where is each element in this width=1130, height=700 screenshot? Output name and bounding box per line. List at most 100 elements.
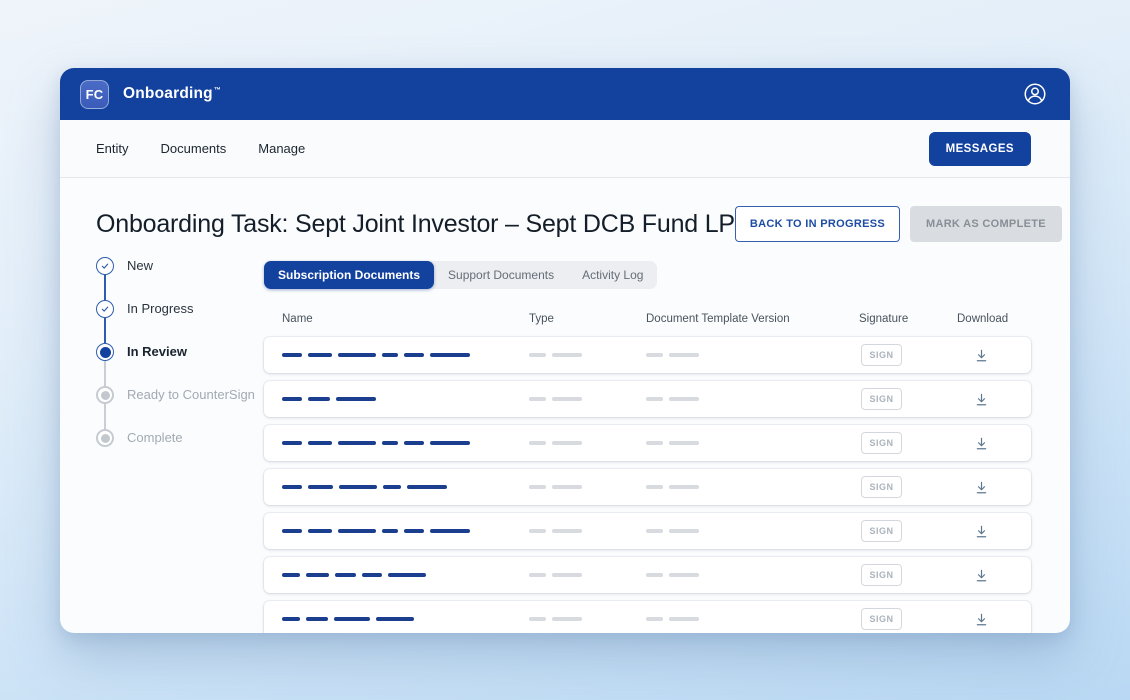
redacted-text — [529, 617, 646, 621]
app-title-text: Onboarding — [123, 85, 213, 102]
download-cell — [957, 522, 1031, 541]
download-button[interactable] — [972, 434, 991, 453]
redacted-text — [264, 573, 529, 577]
redaction-dash — [382, 441, 398, 445]
status-stepper: NewIn ProgressIn ReviewReady to CounterS… — [96, 257, 264, 633]
download-button[interactable] — [972, 566, 991, 585]
redacted-text — [529, 529, 646, 533]
redaction-dash — [308, 353, 332, 357]
redaction-dash — [669, 441, 699, 445]
mark-as-complete-button[interactable]: MARK AS COMPLETE — [910, 206, 1062, 242]
redaction-dash — [308, 441, 332, 445]
redaction-dash — [376, 617, 414, 621]
redaction-dash — [669, 617, 699, 621]
redacted-text — [264, 529, 529, 533]
sign-button[interactable]: SIGN — [861, 432, 902, 454]
redaction-dash — [282, 441, 302, 445]
step-check-icon — [96, 257, 114, 275]
download-cell — [957, 390, 1031, 409]
redaction-dash — [646, 441, 663, 445]
table-row: SIGN — [264, 381, 1031, 417]
sign-button[interactable]: SIGN — [861, 608, 902, 630]
column-header-type: Type — [529, 313, 646, 325]
download-icon — [974, 348, 989, 363]
redaction-dash — [306, 617, 328, 621]
download-button[interactable] — [972, 610, 991, 629]
redaction-dash — [383, 485, 401, 489]
redaction-dash — [646, 573, 663, 577]
redaction-dash — [669, 529, 699, 533]
stepper-step-complete: Complete — [96, 429, 264, 472]
profile-menu-button[interactable] — [1022, 81, 1048, 107]
table-row: SIGN — [264, 337, 1031, 373]
redaction-dash — [282, 397, 302, 401]
documents-panel: Subscription DocumentsSupport DocumentsA… — [264, 261, 1031, 633]
sign-button[interactable]: SIGN — [861, 520, 902, 542]
stepper-step-label: Ready to CounterSign — [127, 386, 255, 404]
redaction-dash — [404, 529, 424, 533]
redacted-text — [529, 485, 646, 489]
table-row: SIGN — [264, 513, 1031, 549]
page-title: Onboarding Task: Sept Joint Investor – S… — [96, 210, 735, 239]
stepper-step-in-progress: In Progress — [96, 300, 264, 343]
download-icon — [974, 480, 989, 495]
redacted-text — [646, 617, 859, 621]
stepper-step-label: In Progress — [127, 300, 193, 318]
redaction-dash — [529, 617, 546, 621]
column-header-download: Download — [957, 313, 1031, 325]
download-cell — [957, 610, 1031, 629]
redaction-dash — [646, 485, 663, 489]
user-profile-icon — [1022, 81, 1048, 107]
sign-button[interactable]: SIGN — [861, 476, 902, 498]
step-bullet-icon — [96, 343, 114, 361]
redaction-dash — [338, 353, 376, 357]
signature-cell: SIGN — [859, 432, 957, 454]
redacted-text — [264, 617, 529, 621]
redaction-dash — [646, 353, 663, 357]
sign-button[interactable]: SIGN — [861, 564, 902, 586]
redaction-dash — [339, 485, 377, 489]
table-row: SIGN — [264, 469, 1031, 505]
download-button[interactable] — [972, 522, 991, 541]
download-button[interactable] — [972, 478, 991, 497]
table-row: SIGN — [264, 557, 1031, 593]
download-button[interactable] — [972, 346, 991, 365]
tab-support-documents[interactable]: Support Documents — [434, 261, 568, 289]
main-nav: Entity Documents Manage MESSAGES — [60, 120, 1070, 178]
table-header: NameTypeDocument Template VersionSignatu… — [264, 313, 1031, 325]
tab-subscription-documents[interactable]: Subscription Documents — [264, 261, 434, 289]
redacted-text — [264, 485, 529, 489]
nav-item-documents[interactable]: Documents — [161, 141, 227, 156]
redaction-dash — [308, 397, 330, 401]
tab-activity-log[interactable]: Activity Log — [568, 261, 657, 289]
redaction-dash — [282, 529, 302, 533]
download-button[interactable] — [972, 390, 991, 409]
documents-table: SIGN SIGN SIGN SIGN SIGN SIGN SIGN — [264, 337, 1031, 633]
step-bullet-icon — [96, 429, 114, 447]
brand-logo-text: FC — [86, 87, 104, 102]
redacted-text — [529, 441, 646, 445]
redaction-dash — [282, 485, 302, 489]
download-cell — [957, 346, 1031, 365]
brand-logo[interactable]: FC — [80, 80, 109, 109]
download-icon — [974, 524, 989, 539]
signature-cell: SIGN — [859, 520, 957, 542]
sign-button[interactable]: SIGN — [861, 344, 902, 366]
redaction-dash — [388, 573, 426, 577]
download-icon — [974, 568, 989, 583]
sign-button[interactable]: SIGN — [861, 388, 902, 410]
stepper-connector — [104, 404, 106, 429]
redacted-text — [646, 485, 859, 489]
download-icon — [974, 612, 989, 627]
nav-item-manage[interactable]: Manage — [258, 141, 305, 156]
redaction-dash — [382, 353, 398, 357]
redacted-text — [264, 441, 529, 445]
back-to-in-progress-button[interactable]: BACK TO IN PROGRESS — [735, 206, 900, 242]
redacted-text — [264, 397, 529, 401]
redacted-text — [646, 529, 859, 533]
table-row: SIGN — [264, 601, 1031, 633]
nav-item-entity[interactable]: Entity — [96, 141, 129, 156]
app-header: FC Onboarding™ — [60, 68, 1070, 120]
messages-button[interactable]: MESSAGES — [929, 132, 1031, 166]
redaction-dash — [646, 529, 663, 533]
